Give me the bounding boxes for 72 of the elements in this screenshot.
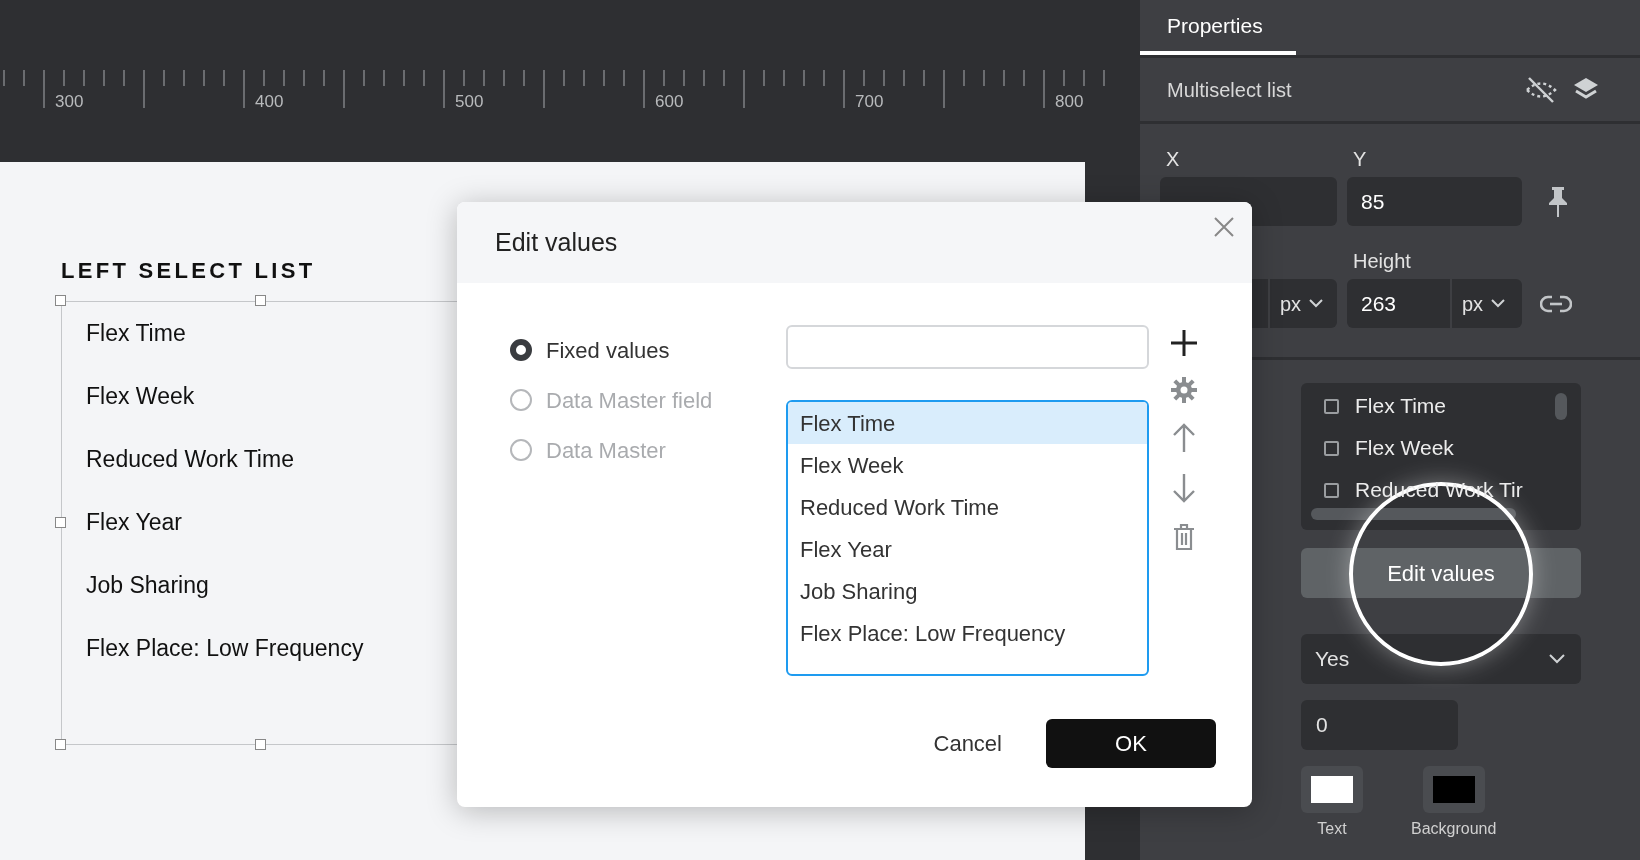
element-type-label: Multiselect list (1167, 77, 1293, 103)
x-label: X (1165, 147, 1181, 172)
height-unit-dropdown[interactable]: px (1452, 279, 1522, 328)
list-item[interactable]: Flex Week (86, 379, 195, 414)
y-label: Y (1352, 147, 1367, 172)
values-list[interactable]: Flex Time Flex Week Reduced Work Time Flex Year Job Sharing Flex Place: Low Frequency (786, 400, 1149, 676)
chevron-down-icon (1549, 654, 1565, 664)
close-icon[interactable] (1214, 217, 1234, 237)
scrollbar[interactable] (1311, 508, 1516, 520)
chevron-down-icon (1491, 299, 1506, 308)
radio-button[interactable] (510, 389, 532, 411)
radio-label: Data Master (546, 436, 666, 465)
ok-button[interactable]: OK (1046, 719, 1216, 768)
height-field[interactable]: 263 (1347, 279, 1450, 328)
value-item[interactable]: Flex Week (788, 444, 1147, 486)
radio-label: Fixed values (546, 336, 670, 365)
unit-text: px (1462, 291, 1484, 317)
checkbox[interactable] (1324, 398, 1339, 414)
arrow-down-icon[interactable] (1172, 473, 1196, 503)
ruler-label: 500 (455, 93, 484, 110)
selection-handle[interactable] (255, 295, 266, 306)
value-item[interactable]: Reduced Work Time (788, 486, 1147, 528)
number-field[interactable]: 0 (1301, 700, 1458, 750)
selection-handle[interactable] (55, 295, 66, 306)
value-item[interactable]: Flex Place: Low Frequency (788, 612, 1147, 654)
pin-icon[interactable] (1547, 185, 1569, 218)
swatch-label: Text (1317, 819, 1347, 839)
value-item[interactable]: Flex Time (788, 402, 1147, 444)
checkbox[interactable] (1324, 440, 1339, 456)
list-item[interactable]: Reduced Work Time (86, 442, 294, 477)
ruler-label: 600 (655, 93, 684, 110)
list-item[interactable]: Job Sharing (86, 568, 209, 603)
width-unit-dropdown[interactable]: px (1270, 279, 1337, 328)
hidden-eye-icon[interactable] (1524, 74, 1558, 105)
value-item[interactable]: Job Sharing (788, 570, 1147, 612)
checkbox-label: Flex Week (1355, 435, 1454, 462)
scrollbar[interactable] (1555, 393, 1567, 420)
checkbox[interactable] (1324, 482, 1339, 498)
selection-handle[interactable] (55, 517, 66, 528)
height-label: Height (1352, 249, 1411, 274)
radio-button[interactable] (510, 439, 532, 461)
selection-handle[interactable] (255, 739, 266, 750)
list-item[interactable]: Flex Year (86, 505, 182, 540)
selection-handle[interactable] (55, 739, 66, 750)
chevron-down-icon (1309, 299, 1324, 308)
properties-tab[interactable]: Properties (1140, 0, 1296, 55)
list-title: LEFT SELECT LIST (61, 257, 317, 285)
ruler-label: 700 (855, 93, 884, 110)
trash-icon[interactable] (1173, 523, 1195, 551)
list-item[interactable]: Flex Time (86, 316, 186, 351)
plus-icon[interactable] (1170, 329, 1198, 357)
ruler-label: 300 (55, 93, 84, 110)
edit-values-button[interactable]: Edit values (1301, 548, 1581, 598)
cancel-button[interactable]: Cancel (931, 727, 1004, 760)
y-field[interactable]: 85 (1347, 177, 1522, 226)
radio-label: Data Master field (546, 386, 713, 415)
list-item[interactable]: Flex Place: Low Frequency (86, 631, 364, 666)
ruler-label: 400 (255, 93, 284, 110)
color-swatch-button[interactable] (1301, 766, 1363, 813)
color-swatch-button[interactable] (1422, 766, 1485, 813)
new-value-field[interactable] (786, 325, 1149, 369)
arrow-up-icon[interactable] (1172, 423, 1196, 453)
dialog-title: Edit values (495, 226, 618, 258)
radio-button[interactable] (510, 339, 532, 361)
link-icon[interactable] (1540, 294, 1572, 313)
value-item[interactable]: Flex Year (788, 528, 1147, 570)
checkbox-label: Flex Time (1355, 393, 1446, 420)
dropdown-value: Yes (1315, 646, 1351, 673)
yes-dropdown[interactable]: Yes (1301, 634, 1581, 684)
ruler-label: 800 (1055, 93, 1084, 110)
swatch-label: Background (1411, 819, 1497, 839)
unit-text: px (1280, 291, 1302, 317)
